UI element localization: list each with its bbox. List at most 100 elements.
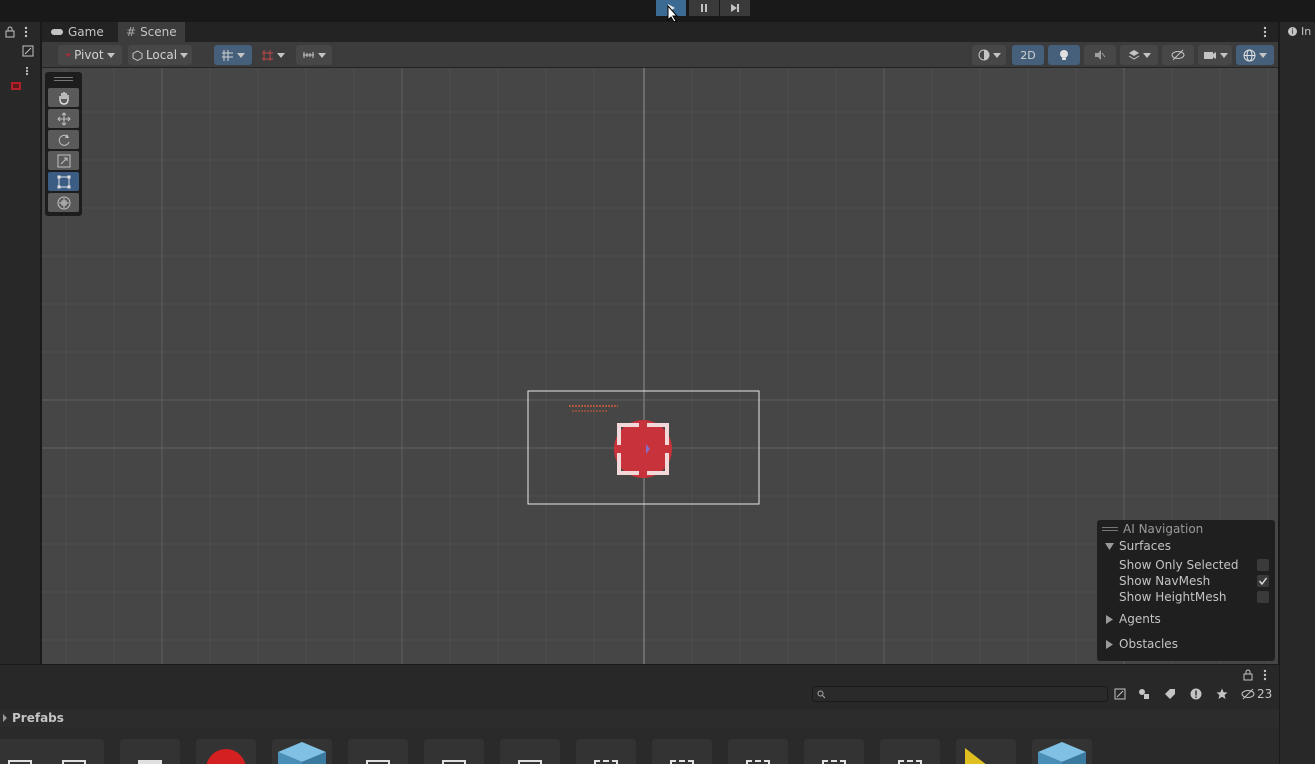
more-icon[interactable] bbox=[1263, 669, 1267, 681]
lock-icon[interactable] bbox=[5, 26, 15, 38]
transform-tool-button[interactable] bbox=[48, 193, 79, 212]
scene-object-icon[interactable] bbox=[9, 80, 23, 92]
agents-foldout[interactable]: Agents bbox=[1105, 611, 1161, 627]
favorite-star-icon[interactable] bbox=[1216, 688, 1228, 700]
agents-label: Agents bbox=[1119, 612, 1161, 626]
rect-tool-button[interactable] bbox=[48, 172, 79, 191]
step-icon bbox=[731, 4, 739, 12]
eye-slash-icon bbox=[1241, 688, 1255, 700]
layers-icon bbox=[1128, 50, 1139, 60]
asset-item[interactable] bbox=[956, 739, 1016, 764]
search-scope-icon[interactable] bbox=[1114, 688, 1126, 700]
prefab-icon bbox=[518, 760, 542, 764]
asset-item[interactable] bbox=[120, 739, 180, 764]
filter-type-icon[interactable] bbox=[1138, 688, 1150, 700]
breadcrumb-prefabs[interactable]: Prefabs bbox=[12, 711, 64, 725]
asset-item[interactable] bbox=[880, 739, 940, 764]
prefab-variant-icon bbox=[746, 760, 770, 764]
hidden-objects-toggle[interactable] bbox=[1162, 45, 1194, 65]
scene-picker-icon[interactable] bbox=[22, 45, 34, 57]
obstacles-foldout[interactable]: Obstacles bbox=[1105, 636, 1178, 652]
chevron-down-icon bbox=[237, 52, 245, 58]
hand-tool-button[interactable] bbox=[48, 88, 79, 107]
lock-icon[interactable] bbox=[1243, 669, 1253, 681]
show-heightmesh-checkbox[interactable] bbox=[1257, 591, 1269, 603]
2d-toggle[interactable]: 2D bbox=[1012, 45, 1044, 65]
shading-mode-dropdown[interactable] bbox=[972, 45, 1006, 65]
asset-item[interactable] bbox=[500, 739, 560, 764]
info-icon: i bbox=[1288, 27, 1297, 36]
show-navmesh-row[interactable]: Show NavMesh bbox=[1119, 573, 1269, 589]
show-heightmesh-label: Show HeightMesh bbox=[1119, 590, 1227, 604]
project-search-input[interactable] bbox=[812, 686, 1108, 702]
drag-handle[interactable] bbox=[1102, 527, 1118, 531]
pivot-dropdown[interactable]: ⌖ Pivot bbox=[58, 45, 122, 65]
asset-item[interactable] bbox=[424, 739, 484, 764]
chevron-down-icon bbox=[1142, 52, 1151, 58]
hidden-packages-count[interactable]: 23 bbox=[1241, 687, 1272, 701]
inspector-panel: i In bbox=[1279, 22, 1315, 764]
grid-snap-icon bbox=[222, 49, 233, 61]
tab-game[interactable]: Game bbox=[42, 22, 112, 42]
tab-inspector-label: In bbox=[1301, 25, 1312, 38]
tab-game-label: Game bbox=[68, 25, 104, 39]
chevron-down-icon bbox=[106, 52, 115, 58]
asset-item[interactable] bbox=[576, 739, 636, 764]
target-sprite[interactable] bbox=[612, 418, 674, 480]
play-mode-bar bbox=[0, 0, 1315, 23]
rotate-tool-button[interactable] bbox=[48, 130, 79, 149]
circle-sprite-icon bbox=[206, 749, 246, 764]
pause-button[interactable] bbox=[689, 0, 719, 16]
hidden-count-label: 23 bbox=[1257, 687, 1273, 701]
camera-dropdown[interactable] bbox=[1198, 45, 1232, 65]
tab-scene[interactable]: # Scene bbox=[118, 22, 185, 42]
grid-snap-button[interactable] bbox=[214, 45, 252, 65]
move-tool-button[interactable] bbox=[48, 109, 79, 128]
show-navmesh-checkbox[interactable] bbox=[1257, 575, 1269, 587]
speaker-muted-icon bbox=[1095, 50, 1106, 60]
scale-tool-button[interactable] bbox=[48, 151, 79, 170]
warning-icon[interactable] bbox=[1190, 688, 1202, 700]
ai-navigation-header[interactable]: AI Navigation bbox=[1102, 521, 1203, 537]
more-icon[interactable] bbox=[24, 26, 28, 38]
step-button[interactable] bbox=[720, 0, 750, 16]
more-icon[interactable] bbox=[25, 66, 29, 76]
more-icon[interactable] bbox=[1263, 26, 1267, 38]
asset-item[interactable] bbox=[728, 739, 788, 764]
chevron-down-icon bbox=[1219, 52, 1228, 58]
audio-toggle[interactable] bbox=[1084, 45, 1116, 65]
sphere-icon bbox=[978, 49, 989, 61]
asset-item[interactable] bbox=[44, 739, 104, 764]
tab-inspector[interactable]: i In bbox=[1288, 25, 1311, 38]
asset-item[interactable] bbox=[196, 739, 256, 764]
2d-label: 2D bbox=[1020, 48, 1036, 62]
asset-item[interactable] bbox=[652, 739, 712, 764]
scale-icon bbox=[57, 154, 70, 167]
local-dropdown[interactable]: Local bbox=[128, 45, 192, 65]
chevron-down-icon bbox=[1259, 52, 1267, 58]
cube-icon bbox=[132, 49, 143, 61]
asset-item[interactable] bbox=[1032, 739, 1092, 764]
drag-handle[interactable] bbox=[54, 77, 73, 81]
scene-viewport[interactable]: AI Navigation Surfaces Show Only Selecte… bbox=[42, 68, 1278, 664]
show-only-selected-checkbox[interactable] bbox=[1257, 559, 1269, 571]
eye-slash-icon bbox=[1171, 49, 1185, 61]
tab-scene-label: Scene bbox=[140, 25, 177, 39]
gizmos-dropdown[interactable] bbox=[1236, 45, 1274, 65]
asset-item[interactable] bbox=[804, 739, 864, 764]
prefab-icon bbox=[366, 760, 390, 764]
asset-item[interactable] bbox=[272, 739, 332, 764]
show-only-selected-row[interactable]: Show Only Selected bbox=[1119, 557, 1269, 573]
obstacles-label: Obstacles bbox=[1119, 637, 1178, 651]
prefab-variant-icon bbox=[594, 760, 618, 764]
prefab-cube-icon bbox=[278, 742, 326, 764]
increment-snap-button[interactable] bbox=[256, 45, 290, 65]
ruler-button[interactable] bbox=[296, 45, 332, 65]
effects-dropdown[interactable] bbox=[1120, 45, 1158, 65]
label-tag-icon[interactable] bbox=[1164, 688, 1176, 700]
asset-item[interactable] bbox=[0, 739, 50, 764]
asset-item[interactable] bbox=[348, 739, 408, 764]
lighting-toggle[interactable] bbox=[1048, 45, 1080, 65]
surfaces-foldout[interactable]: Surfaces bbox=[1105, 538, 1171, 554]
show-heightmesh-row[interactable]: Show HeightMesh bbox=[1119, 589, 1269, 605]
